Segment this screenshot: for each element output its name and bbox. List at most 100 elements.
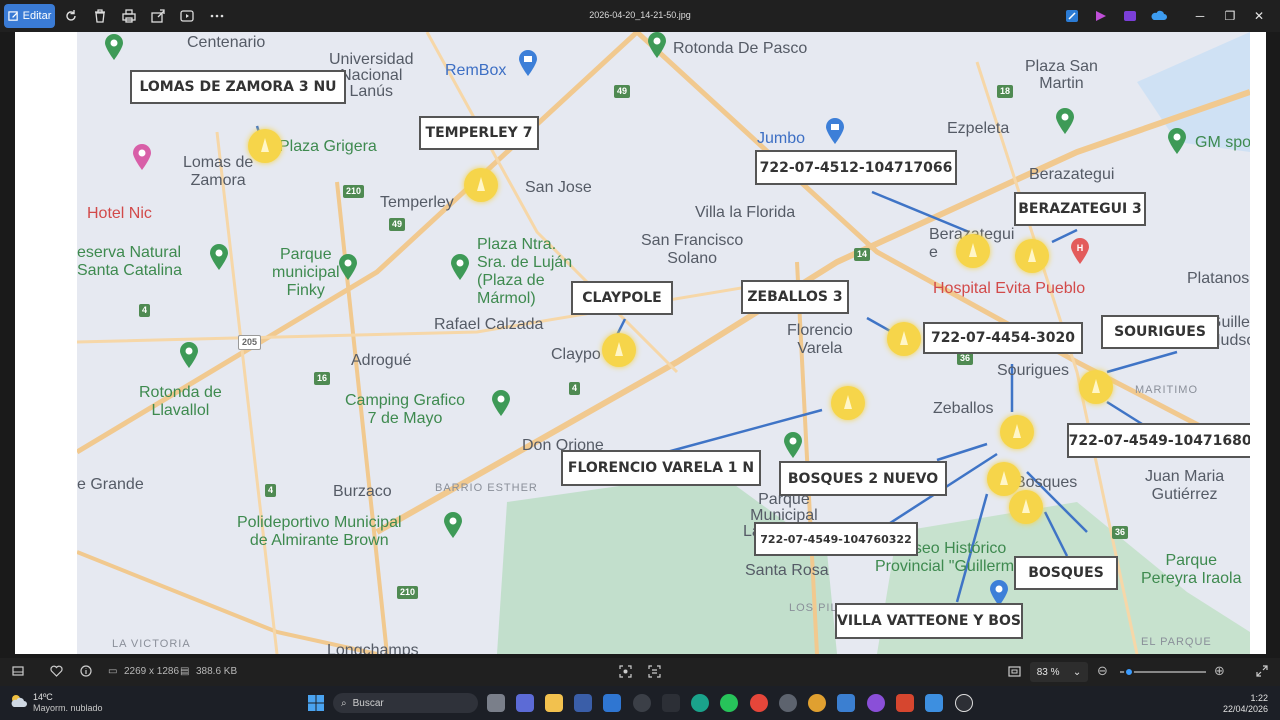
file-explorer-icon[interactable] xyxy=(545,694,563,712)
fit-screen-icon[interactable] xyxy=(1008,665,1021,681)
taskbar: 14ºC Mayorm. nublado ⌕ Buscar 1:22 22/04… xyxy=(0,686,1280,720)
favorite-icon[interactable] xyxy=(50,665,63,680)
app-icon[interactable] xyxy=(779,694,797,712)
zoom-out-icon[interactable]: ⊖ xyxy=(1097,663,1108,679)
chevron-down-icon: ⌄ xyxy=(1072,666,1082,678)
minimize-button[interactable]: ─ xyxy=(1192,8,1208,24)
park-pin-icon xyxy=(784,432,802,458)
filesize-icon: ▤ xyxy=(180,666,190,677)
paint-icon[interactable] xyxy=(925,694,943,712)
photos-icon[interactable] xyxy=(837,694,855,712)
chrome-profile-icon[interactable] xyxy=(808,694,826,712)
location-marker[interactable] xyxy=(887,322,921,356)
place-rafael: Rafael Calzada xyxy=(434,316,544,333)
zoom-slider-thumb[interactable] xyxy=(1123,667,1134,677)
designer-icon[interactable] xyxy=(1064,8,1080,24)
location-marker[interactable] xyxy=(831,386,865,420)
filmstrip-icon[interactable] xyxy=(12,665,24,680)
taskbar-search[interactable]: ⌕ Buscar xyxy=(333,693,478,713)
powerpoint-icon[interactable] xyxy=(896,694,914,712)
site-label: BOSQUES xyxy=(1014,556,1118,590)
site-label: SOURIGUES xyxy=(1101,315,1219,349)
media-player-icon[interactable] xyxy=(955,694,973,712)
location-marker[interactable] xyxy=(248,129,282,163)
place-barrio-esther: BARRIO ESTHER xyxy=(435,482,538,494)
maximize-button[interactable]: ❐ xyxy=(1222,8,1238,24)
visual-search-icon[interactable] xyxy=(619,665,632,681)
print-icon[interactable] xyxy=(121,8,137,24)
onedrive-icon[interactable] xyxy=(1151,8,1167,24)
clock[interactable]: 1:22 22/04/2026 xyxy=(1223,693,1268,715)
text-scan-icon[interactable] xyxy=(648,665,661,681)
place-el-parque: EL PARQUE xyxy=(1141,636,1212,648)
place-florencio: Florencio Varela xyxy=(787,322,853,357)
zoom-in-icon[interactable]: ⊕ xyxy=(1214,663,1225,679)
image-canvas[interactable]: 49 18 210 49 14 205 16 4 4 36 4 210 36 H… xyxy=(0,32,1280,658)
place-hospital: Hospital Evita Pueblo xyxy=(933,280,1086,297)
site-label: 722-07-4454-3020 xyxy=(923,322,1083,354)
app-icon[interactable] xyxy=(867,694,885,712)
route-shield: 36 xyxy=(1112,526,1129,539)
place-bosques-town: Bosques xyxy=(1015,474,1078,491)
task-view-icon[interactable] xyxy=(487,694,505,712)
location-marker[interactable] xyxy=(956,234,990,268)
more-options-icon[interactable] xyxy=(209,8,225,24)
place-lomas: Lomas de Zamora xyxy=(183,154,254,189)
shopping-pin-icon xyxy=(519,50,537,76)
edit-button[interactable]: Editar xyxy=(4,4,55,28)
route-shield: 4 xyxy=(265,484,277,497)
route-shield: 205 xyxy=(238,335,262,350)
park-pin-icon xyxy=(451,254,469,280)
park-pin-icon xyxy=(1056,108,1074,134)
place-adrogue: Adrogué xyxy=(351,352,412,369)
location-marker[interactable] xyxy=(464,168,498,202)
place-parque-finky: Parque municipal Finky xyxy=(272,246,340,299)
whatsapp-icon[interactable] xyxy=(720,694,738,712)
place-platanos: Platanos xyxy=(1187,270,1250,287)
start-icon[interactable] xyxy=(307,694,325,712)
location-marker[interactable] xyxy=(602,333,636,367)
location-marker[interactable] xyxy=(1009,490,1043,524)
share-icon[interactable] xyxy=(150,8,166,24)
place-rotonda-pasco: Rotonda De Pasco xyxy=(673,40,808,57)
route-shield: 210 xyxy=(343,185,365,198)
route-shield: 49 xyxy=(389,218,406,231)
park-pin-icon xyxy=(339,254,357,280)
site-label: BERAZATEGUI 3 xyxy=(1014,192,1146,226)
hospital-pin-icon: H xyxy=(1071,238,1089,264)
route-shield: 16 xyxy=(314,372,331,385)
place-parque-pereyra: Parque Pereyra Iraola xyxy=(1141,552,1242,587)
slideshow-icon[interactable] xyxy=(179,8,195,24)
clipchamp-video-icon[interactable] xyxy=(1122,8,1138,24)
app-icon[interactable] xyxy=(633,694,651,712)
place-reserva: eserva Natural Santa Catalina xyxy=(77,244,182,279)
app-icon[interactable] xyxy=(662,694,680,712)
park-pin-icon xyxy=(210,244,228,270)
place-zeballos-town: Zeballos xyxy=(933,400,994,417)
teams-icon[interactable] xyxy=(516,694,534,712)
fullscreen-icon[interactable] xyxy=(1256,665,1268,680)
place-jumbo: Jumbo xyxy=(757,130,806,147)
location-marker[interactable] xyxy=(1015,239,1049,273)
clipchamp-icon[interactable] xyxy=(1093,8,1109,24)
weather-widget[interactable]: 14ºC Mayorm. nublado xyxy=(10,692,103,714)
rotate-icon[interactable] xyxy=(63,8,79,24)
close-button[interactable]: ✕ xyxy=(1251,8,1267,24)
info-icon[interactable] xyxy=(80,665,92,680)
location-marker[interactable] xyxy=(1000,415,1034,449)
site-label: ZEBALLOS 3 xyxy=(741,280,849,314)
edge-icon[interactable] xyxy=(691,694,709,712)
store-icon[interactable] xyxy=(574,694,592,712)
park-pin-icon xyxy=(180,342,198,368)
place-plaza-lujan: Plaza Ntra. Sra. de Luján (Plaza de Márm… xyxy=(477,236,573,307)
image-dimensions: 2269 x 1286 xyxy=(124,666,180,677)
location-marker[interactable] xyxy=(987,462,1021,496)
delete-icon[interactable] xyxy=(92,8,108,24)
zoom-dropdown[interactable]: 83 % ⌄ xyxy=(1030,662,1088,682)
chrome-icon[interactable] xyxy=(750,694,768,712)
file-size: 388.6 KB xyxy=(196,666,238,677)
site-label: 722-07-4549-104716803 xyxy=(1067,423,1250,458)
outlook-icon[interactable] xyxy=(603,694,621,712)
location-marker[interactable] xyxy=(1079,370,1113,404)
place-plaza-san-martin: Plaza San Martin xyxy=(1025,58,1098,92)
